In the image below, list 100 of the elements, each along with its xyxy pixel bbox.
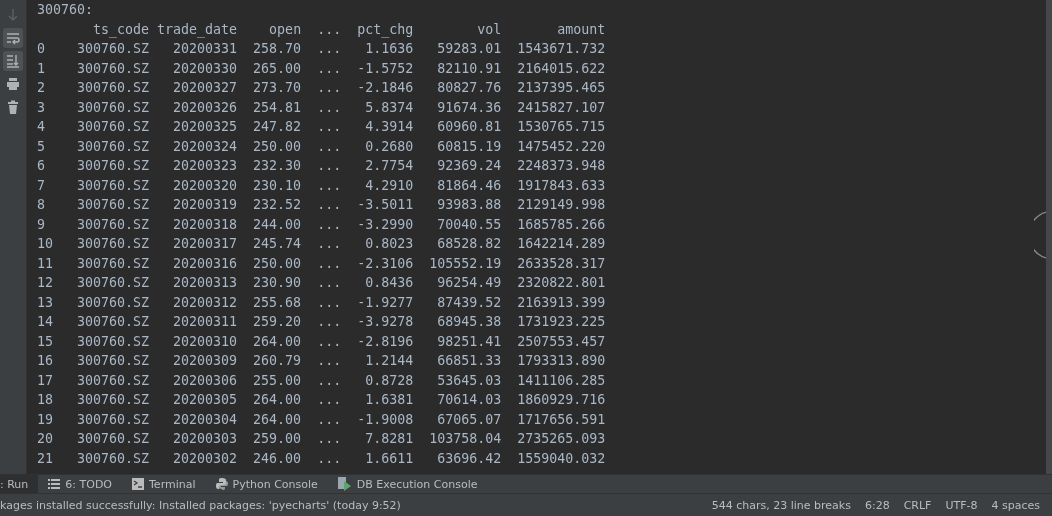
row-index: 20 — [37, 430, 54, 448]
table-cell-text: 98251.41 — [436, 332, 502, 351]
row-index: 4 — [37, 118, 46, 136]
table-cell-text: 20200319 — [172, 196, 238, 214]
table-cell-text: 254.81 — [252, 98, 302, 117]
scroll-to-end-button[interactable] — [3, 51, 23, 71]
table-cell-text: -1.5752 — [356, 59, 414, 78]
trash-icon — [6, 100, 20, 114]
table-cell-text: -1.9277 — [356, 293, 414, 312]
table-cell-text: 300760.SZ — [76, 157, 150, 175]
table-cell-text: 300760.SZ — [76, 196, 150, 214]
table-cell-text: 300760.SZ — [76, 118, 150, 136]
table-cell-text: 264.00 — [252, 332, 302, 351]
table-cell-text: 4.3914 — [364, 118, 414, 136]
table-cell-text: 230.90 — [252, 274, 302, 292]
table-cell-text: 232.30 — [252, 157, 302, 175]
database-run-icon — [337, 477, 352, 491]
row-index: 11 — [37, 254, 54, 273]
table-cell-text: ... — [316, 391, 342, 409]
table-cell-text: 273.70 — [252, 79, 302, 97]
terminal-icon — [132, 478, 144, 490]
table-cell-text: 232.52 — [252, 196, 302, 214]
table-cell-text: 20200317 — [172, 235, 238, 253]
table-cell-text: 20200316 — [172, 254, 238, 273]
table-cell-text: 300760.SZ — [76, 352, 150, 370]
table-cell-text: 68945.38 — [436, 313, 502, 331]
table-cell-text: 60960.81 — [436, 118, 502, 136]
table-cell-text: 1530765.715 — [516, 118, 606, 136]
run-tab[interactable]: : Run — [0, 475, 39, 493]
table-cell-text: ... — [316, 98, 342, 117]
python-icon — [215, 478, 228, 490]
row-index: 8 — [37, 196, 46, 214]
row-index: 14 — [37, 313, 54, 331]
table-cell-text: 300760.SZ — [76, 79, 150, 97]
row-index: 2 — [37, 79, 46, 97]
soft-wrap-button[interactable] — [3, 28, 23, 48]
table-cell-text: 300760.SZ — [76, 410, 150, 429]
table-cell-text: 300760.SZ — [76, 59, 150, 78]
row-index: 9 — [37, 215, 46, 234]
table-cell-text: 300760.SZ — [76, 176, 150, 195]
table-cell-text: 264.00 — [252, 391, 302, 409]
status-item[interactable]: 6:28 — [864, 498, 890, 512]
table-cell-text: 2248373.948 — [516, 157, 606, 175]
table-cell-text: 20200320 — [172, 176, 238, 195]
table-cell-text: 20200331 — [172, 40, 238, 58]
table-cell-text: 81864.46 — [436, 176, 502, 195]
table-cell-text: 265.00 — [252, 59, 302, 78]
db-tab[interactable]: DB Execution Console — [327, 475, 488, 493]
table-cell-text: 20200327 — [172, 79, 238, 97]
table-cell-text: ... — [316, 371, 342, 390]
table-cell-text: 300760.SZ — [76, 98, 150, 117]
table-cell-text: 20200324 — [172, 137, 238, 156]
table-cell-text: 60815.19 — [436, 137, 502, 156]
python-tab[interactable]: Python Console — [205, 475, 328, 493]
table-cell-text: 300760.SZ — [76, 371, 150, 390]
table-cell-text: 4.2910 — [364, 176, 414, 195]
table-cell-text: ... — [316, 137, 342, 156]
todo-tab[interactable]: 6: TODO — [38, 475, 122, 493]
table-cell-text: 246.00 — [252, 449, 302, 468]
circle-outline-icon — [1034, 210, 1046, 260]
table-cell-text: 20200326 — [172, 98, 238, 117]
status-item[interactable]: UTF-8 — [945, 498, 978, 512]
table-cell-text: 247.82 — [252, 118, 302, 136]
table-cell-text: ... — [316, 176, 342, 195]
table-cell-text: 300760.SZ — [76, 274, 150, 292]
table-cell-text: 20200311 — [172, 313, 238, 331]
table-cell-text: 0.8436 — [364, 274, 414, 292]
terminal-tab[interactable]: Terminal — [122, 475, 206, 493]
table-cell-text: 67065.07 — [436, 410, 502, 429]
table-cell-text: 300760.SZ — [76, 391, 150, 409]
table-cell-text: ... — [316, 254, 342, 273]
table-cell-text: -1.9008 — [356, 410, 414, 429]
status-item[interactable]: 4 spaces — [991, 498, 1040, 512]
table-cell-text: 0.2680 — [364, 137, 414, 156]
table-cell-text: 92369.24 — [436, 157, 502, 175]
table-cell-text: ... — [316, 157, 342, 175]
table-cell-text: 2129149.998 — [516, 196, 606, 214]
table-cell-text: 2137395.465 — [516, 79, 606, 97]
table-cell-text: 2.7754 — [364, 157, 414, 175]
table-cell-text: 87439.52 — [436, 293, 502, 312]
status-item[interactable]: 544 chars, 23 line breaks — [711, 498, 851, 512]
table-cell-text: 103758.04 — [428, 430, 502, 448]
table-cell-text: 1.1636 — [364, 40, 414, 58]
table-cell-text: ... — [316, 59, 342, 78]
table-cell-text: ... — [316, 118, 342, 136]
table-cell-text: 260.79 — [252, 352, 302, 370]
row-index: 12 — [37, 274, 54, 292]
table-cell-text: ... — [316, 449, 342, 468]
row-index: 6 — [37, 157, 46, 175]
table-cell-text: 300760.SZ — [76, 137, 150, 156]
table-cell-text: 80827.76 — [436, 79, 502, 97]
table-cell-text: 20200323 — [172, 157, 238, 175]
table-cell-text: 2633528.317 — [516, 254, 606, 273]
table-cell-text: 63696.42 — [436, 449, 502, 468]
table-cell-text: 300760.SZ — [76, 449, 150, 468]
status-item[interactable]: CRLF — [903, 498, 932, 512]
table-cell-text: 300760.SZ — [76, 235, 150, 253]
table-cell-text: 255.68 — [252, 293, 302, 312]
table-cell-text: 20200304 — [172, 410, 238, 429]
table-cell-text: 255.00 — [252, 371, 302, 390]
